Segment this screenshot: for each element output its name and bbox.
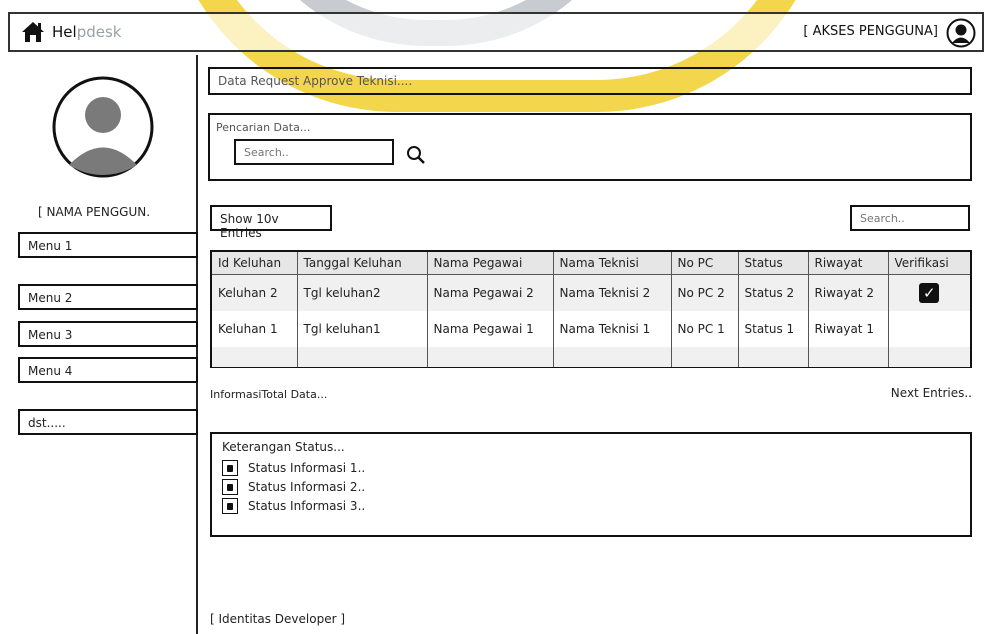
search-input[interactable] (234, 139, 394, 165)
cell-id: Keluhan 2 (212, 274, 298, 311)
lock-icon (222, 479, 238, 495)
next-entries-link[interactable]: Next Entries.. (880, 386, 972, 400)
lock-icon (222, 460, 238, 476)
cell-tanggal: Tgl keluhan2 (297, 274, 428, 311)
legend-item: Status Informasi 1.. (222, 460, 960, 476)
table-search-input[interactable] (850, 205, 970, 231)
cell-no-pc: No PC 1 (671, 310, 739, 347)
cell-pegawai: Nama Pegawai 2 (427, 274, 554, 311)
legend-item-label: Status Informasi 1.. (248, 461, 366, 475)
show-entries-select[interactable]: Show 10v Entries (210, 205, 332, 240)
sidebar: [ NAMA PENGGUN. Menu 1 Menu 2 Menu 3 Men… (8, 55, 198, 634)
cell-riwayat: Riwayat 1 (808, 310, 889, 347)
home-icon (22, 22, 44, 42)
table-header-row: Id Keluhan Tanggal Keluhan Nama Pegawai … (212, 252, 970, 275)
menu-item-4[interactable]: Menu 4 (18, 357, 198, 383)
table-row[interactable]: Keluhan 1 Tgl keluhan1 Nama Pegawai 1 Na… (212, 310, 970, 347)
developer-identity: [ Identitas Developer ] (210, 612, 346, 626)
search-panel-label: Pencarian Data... (216, 121, 311, 134)
menu-item-more[interactable]: dst..... (18, 409, 198, 435)
user-avatar-icon[interactable] (946, 18, 976, 48)
legend-item-label: Status Informasi 3.. (248, 499, 366, 513)
brand-prefix: Hel (52, 23, 77, 41)
legend-item: Status Informasi 3.. (222, 498, 960, 514)
lock-icon (222, 498, 238, 514)
menu-item-2[interactable]: Menu 2 (18, 284, 198, 310)
header-id-keluhan[interactable]: Id Keluhan (212, 252, 298, 275)
section-title: Data Request Approve Teknisi.... (208, 67, 972, 95)
search-panel: Pencarian Data... (208, 113, 972, 181)
header-no-pc[interactable]: No PC (671, 252, 739, 275)
cell-status: Status 1 (738, 310, 809, 347)
info-total: InformasiTotal Data... (210, 388, 328, 401)
cell-verifikasi: ✓ (888, 275, 970, 311)
profile-avatar-icon (52, 76, 154, 178)
header-verifikasi[interactable]: Verifikasi (888, 252, 970, 275)
verify-checkbox[interactable]: ✓ (919, 282, 940, 303)
cell-no-pc: No PC 2 (671, 274, 739, 311)
search-icon[interactable] (406, 145, 426, 165)
cell-id: Keluhan 1 (212, 310, 298, 347)
cell-pegawai: Nama Pegawai 1 (427, 310, 554, 347)
cell-teknisi: Nama Teknisi 1 (553, 310, 672, 347)
header-nama-pegawai[interactable]: Nama Pegawai (427, 252, 554, 275)
status-legend: Keterangan Status... Status Informasi 1.… (210, 432, 972, 537)
brand[interactable]: Helpdesk (20, 20, 121, 44)
cell-status: Status 2 (738, 274, 809, 311)
cell-riwayat: Riwayat 2 (808, 274, 889, 311)
top-bar: Helpdesk [ AKSES PENGGUNA] (8, 12, 984, 52)
table-row-empty (212, 346, 970, 367)
table-row[interactable]: Keluhan 2 Tgl keluhan2 Nama Pegawai 2 Na… (212, 274, 970, 311)
brand-suffix: pdesk (76, 23, 122, 41)
data-table: Id Keluhan Tanggal Keluhan Nama Pegawai … (210, 250, 972, 368)
menu-item-3[interactable]: Menu 3 (18, 321, 198, 347)
menu-item-1[interactable]: Menu 1 (18, 232, 198, 258)
legend-title: Keterangan Status... (222, 440, 345, 454)
cell-verifikasi (888, 311, 970, 347)
user-access-link[interactable]: [ AKSES PENGGUNA] (803, 24, 938, 39)
user-name: [ NAMA PENGGUN. (38, 205, 151, 219)
legend-item: Status Informasi 2.. (222, 479, 960, 495)
header-tanggal-keluhan[interactable]: Tanggal Keluhan (297, 252, 428, 275)
legend-item-label: Status Informasi 2.. (248, 480, 366, 494)
header-nama-teknisi[interactable]: Nama Teknisi (553, 252, 672, 275)
cell-teknisi: Nama Teknisi 2 (553, 274, 672, 311)
cell-tanggal: Tgl keluhan1 (297, 310, 428, 347)
header-status[interactable]: Status (738, 252, 809, 275)
header-riwayat[interactable]: Riwayat (808, 252, 889, 275)
